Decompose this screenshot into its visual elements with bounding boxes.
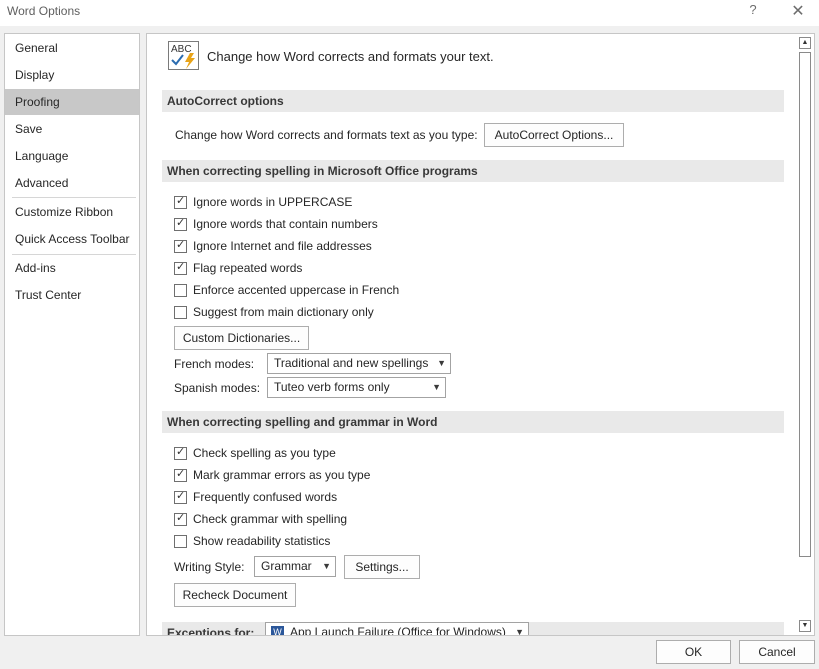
autocorrect-description: Change how Word corrects and formats tex… (175, 128, 478, 142)
title-bar: Word Options ? ✕ (0, 0, 819, 26)
option-label: Check spelling as you type (193, 446, 336, 460)
option-label: Check grammar with spelling (193, 512, 348, 526)
checkmark-icon: ✓ (176, 195, 186, 207)
exceptions-document-select[interactable]: W App Launch Failure (Office for Windows… (265, 622, 529, 636)
settings-button[interactable]: Settings... (344, 555, 420, 579)
sidebar-item-advanced[interactable]: Advanced (5, 170, 139, 196)
sidebar-item-save[interactable]: Save (5, 116, 139, 142)
option-label: Ignore words that contain numbers (193, 217, 378, 231)
chevron-down-icon: ▼ (437, 358, 446, 368)
french-modes-label: French modes: (174, 357, 255, 371)
option-label: Ignore words in UPPERCASE (193, 195, 353, 209)
autocorrect-options-button[interactable]: AutoCorrect Options... (484, 123, 624, 147)
checkmark-icon: ✓ (176, 217, 186, 229)
section-office-spelling-heading: When correcting spelling in Microsoft Of… (162, 160, 784, 182)
writing-style-select[interactable]: Grammar ▼ (254, 556, 336, 577)
custom-dictionaries-button[interactable]: Custom Dictionaries... (174, 326, 309, 350)
spanish-modes-value: Tuteo verb forms only (274, 380, 390, 394)
checkbox[interactable]: ✓ (174, 512, 187, 526)
checkbox[interactable]: ✓ (174, 490, 187, 504)
checkbox[interactable]: ✓ (174, 446, 187, 460)
chevron-down-icon: ▼ (432, 382, 441, 392)
checkmark-icon: ✓ (176, 446, 186, 458)
spanish-modes-label: Spanish modes: (174, 381, 261, 395)
exceptions-document-value: App Launch Failure (Office for Windows) (290, 625, 506, 636)
help-button[interactable]: ? (744, 2, 762, 20)
spanish-modes-select[interactable]: Tuteo verb forms only ▼ (267, 377, 446, 398)
sidebar-item-language[interactable]: Language (5, 143, 139, 169)
sidebar-item-add-ins[interactable]: Add-ins (5, 255, 139, 281)
scrollbar-thumb[interactable] (799, 52, 811, 557)
close-button[interactable]: ✕ (788, 1, 808, 21)
sidebar-item-customize-ribbon[interactable]: Customize Ribbon (5, 199, 139, 225)
recheck-document-button[interactable]: Recheck Document (174, 583, 296, 607)
checkbox[interactable]: ✓ (174, 217, 187, 231)
sidebar-item-proofing[interactable]: Proofing (5, 89, 139, 115)
writing-style-value: Grammar (261, 559, 312, 573)
option-label: Frequently confused words (193, 490, 338, 504)
cancel-button[interactable]: Cancel (739, 640, 815, 664)
option-label: Show readability statistics (193, 534, 331, 548)
option-label: Suggest from main dictionary only (193, 305, 374, 319)
checkmark-icon: ✓ (176, 512, 186, 524)
sidebar-item-quick-access-toolbar[interactable]: Quick Access Toolbar (5, 226, 139, 252)
writing-style-label: Writing Style: (174, 560, 245, 574)
scroll-up-arrow-icon[interactable]: ▲ (799, 37, 811, 49)
sidebar-item-trust-center[interactable]: Trust Center (5, 282, 139, 308)
checkmark-icon: ✓ (176, 468, 186, 480)
option-label: Mark grammar errors as you type (193, 468, 371, 482)
checkbox[interactable]: ✓ (174, 195, 187, 209)
checkbox[interactable]: ✓ (174, 468, 187, 482)
exceptions-label: Exceptions for: (167, 626, 255, 636)
checkbox[interactable] (174, 535, 187, 548)
panel-header-text: Change how Word corrects and formats you… (207, 49, 494, 64)
checkbox[interactable] (174, 306, 187, 319)
vertical-scrollbar[interactable]: ▲ ▼ (798, 35, 814, 634)
french-modes-select[interactable]: Traditional and new spellings ▼ (267, 353, 451, 374)
abc-check-icon: ABC (168, 41, 200, 71)
checkbox[interactable]: ✓ (174, 261, 187, 275)
checkbox[interactable] (174, 284, 187, 297)
scroll-down-arrow-icon[interactable]: ▼ (799, 620, 811, 632)
chevron-down-icon: ▼ (322, 561, 331, 571)
option-label: Ignore Internet and file addresses (193, 239, 372, 253)
word-document-icon: W (271, 626, 284, 635)
checkbox[interactable]: ✓ (174, 239, 187, 253)
sidebar-divider (12, 197, 136, 198)
sidebar-item-display[interactable]: Display (5, 62, 139, 88)
checkmark-icon: ✓ (176, 490, 186, 502)
ok-button[interactable]: OK (656, 640, 731, 664)
sidebar-item-general[interactable]: General (5, 35, 139, 61)
proofing-panel: ABC Change how Word corrects and formats… (146, 33, 815, 636)
section-autocorrect-heading: AutoCorrect options (162, 90, 784, 112)
chevron-down-icon: ▼ (515, 627, 524, 636)
section-word-spelling-heading: When correcting spelling and grammar in … (162, 411, 784, 433)
abc-icon-text: ABC (171, 44, 192, 55)
option-label: Enforce accented uppercase in French (193, 283, 400, 297)
sidebar: General Display Proofing Save Language A… (4, 33, 140, 636)
french-modes-value: Traditional and new spellings (274, 356, 429, 370)
window-title: Word Options (7, 4, 81, 18)
checkmark-icon: ✓ (176, 261, 186, 273)
option-label: Flag repeated words (193, 261, 303, 275)
checkmark-icon: ✓ (176, 239, 186, 251)
